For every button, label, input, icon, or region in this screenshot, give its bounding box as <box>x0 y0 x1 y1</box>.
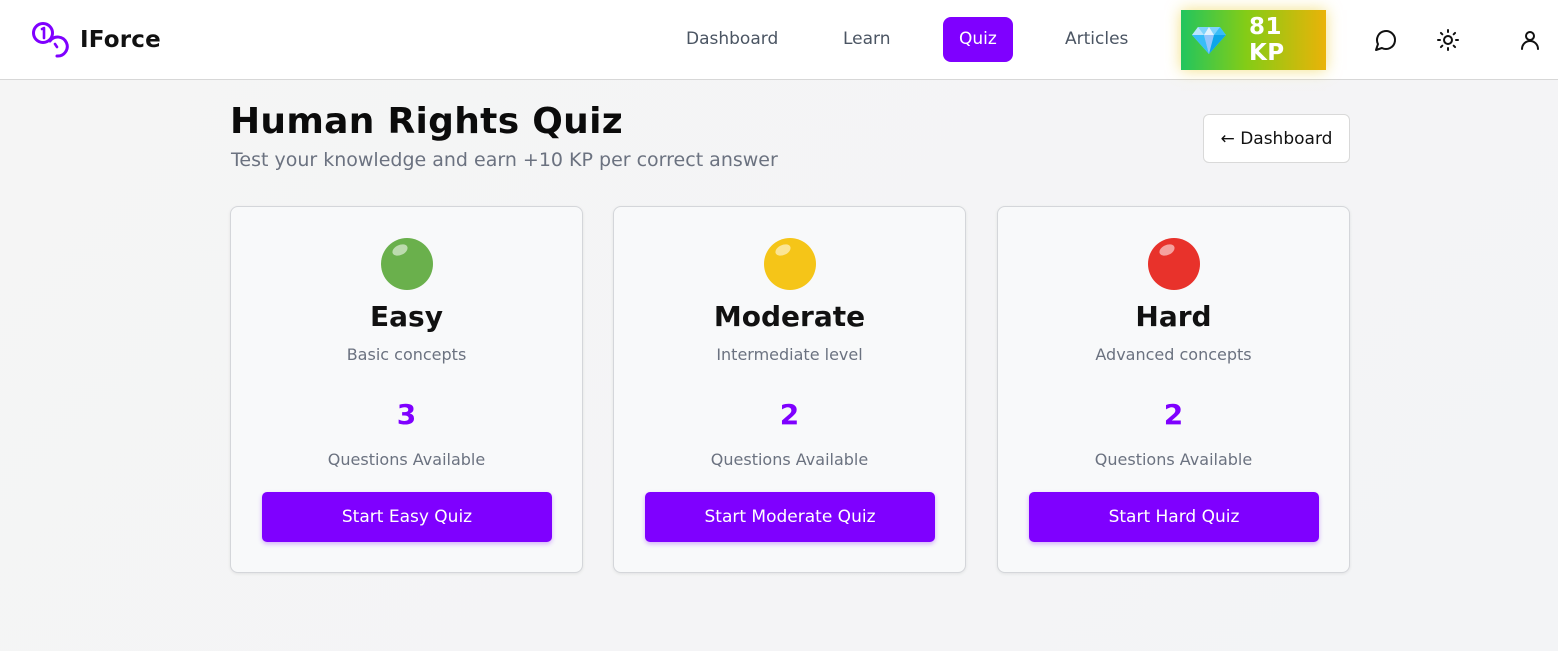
page-subtitle: Test your knowledge and earn +10 KP per … <box>231 149 778 171</box>
page-title: Human Rights Quiz <box>230 101 623 142</box>
kp-value: 81 KP <box>1248 14 1285 66</box>
card-description: Advanced concepts <box>1095 345 1252 364</box>
kp-balance-badge[interactable]: 81 KP <box>1181 10 1326 70</box>
gem-icon <box>1191 27 1226 54</box>
card-title: Hard <box>1135 300 1212 333</box>
brand-logo[interactable]: IForce <box>31 21 161 59</box>
red-circle-icon <box>1148 238 1200 290</box>
green-circle-icon <box>381 238 433 290</box>
card-description: Intermediate level <box>716 345 863 364</box>
question-count-label: Questions Available <box>710 450 869 469</box>
question-count-label: Questions Available <box>327 450 486 469</box>
nav-dashboard[interactable]: Dashboard <box>670 17 794 62</box>
logo-icon <box>32 22 69 58</box>
question-count: 2 <box>779 398 800 431</box>
nav-learn[interactable]: Learn <box>827 17 907 62</box>
quiz-card-moderate: Moderate Intermediate level 2 Questions … <box>613 206 966 573</box>
card-title: Moderate <box>713 300 866 333</box>
yellow-circle-icon <box>764 238 816 290</box>
start-easy-quiz-button[interactable]: Start Easy Quiz <box>262 492 552 542</box>
quiz-card-hard: Hard Advanced concepts 2 Questions Avail… <box>997 206 1350 573</box>
question-count-label: Questions Available <box>1094 450 1253 469</box>
top-navbar: IForce Dashboard Learn Quiz Articles 81 … <box>0 0 1558 80</box>
sun-icon[interactable] <box>1436 28 1460 52</box>
nav-quiz[interactable]: Quiz <box>943 17 1013 62</box>
question-count: 2 <box>1163 398 1184 431</box>
back-to-dashboard-button[interactable]: ← Dashboard <box>1203 114 1350 163</box>
start-hard-quiz-button[interactable]: Start Hard Quiz <box>1029 492 1319 542</box>
question-count: 3 <box>396 398 417 431</box>
chat-icon[interactable] <box>1374 28 1398 52</box>
user-icon[interactable] <box>1518 28 1542 52</box>
card-title: Easy <box>370 300 443 333</box>
card-description: Basic concepts <box>346 345 467 364</box>
nav-articles[interactable]: Articles <box>1049 17 1144 62</box>
brand-name: IForce <box>80 27 161 53</box>
quiz-card-easy: Easy Basic concepts 3 Questions Availabl… <box>230 206 583 573</box>
start-moderate-quiz-button[interactable]: Start Moderate Quiz <box>645 492 935 542</box>
